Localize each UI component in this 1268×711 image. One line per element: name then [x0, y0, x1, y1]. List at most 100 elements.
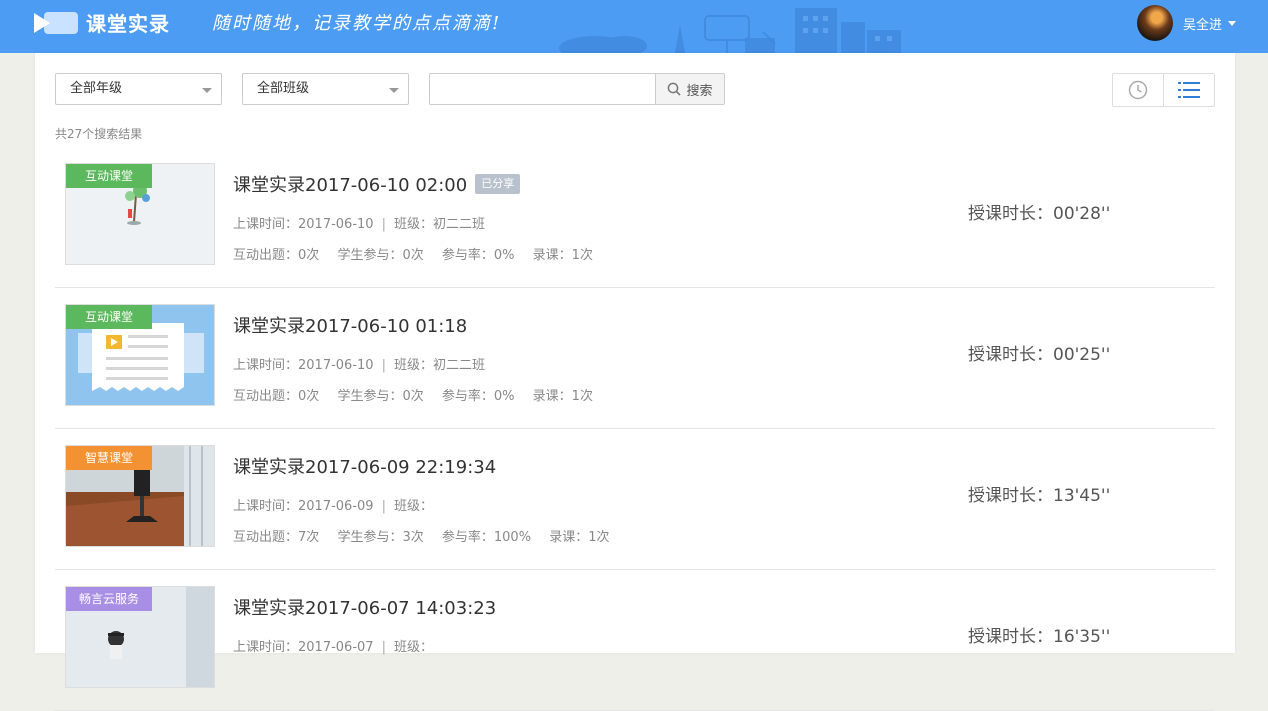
record-type-tag: 互动课堂 — [66, 164, 152, 188]
questions-label: 互动出题： — [233, 530, 299, 545]
record-type-tag: 智慧课堂 — [66, 446, 152, 470]
rate-value: 0% — [493, 389, 515, 404]
record-item[interactable]: 智慧课堂 课堂实录2017-06-09 22:19:34 上课时间：2017-0… — [55, 429, 1215, 570]
record-stats: 互动出题：0次 学生参与：0次 参与率：0% 录课：1次 — [233, 244, 607, 263]
class-label: 班级： — [393, 217, 433, 232]
duration-label: 授课时长： — [968, 627, 1053, 647]
record-item[interactable]: 互动课堂 课堂实录2017-06-10 02:00 已分享 上课时间：2017-… — [55, 147, 1215, 288]
rate-value: 0% — [493, 248, 515, 263]
class-time-value: 2017-06-07 — [298, 640, 374, 655]
search-input[interactable] — [429, 73, 657, 105]
record-title[interactable]: 课堂实录2017-06-09 22:19:34 — [233, 453, 496, 479]
shared-badge: 已分享 — [475, 174, 521, 194]
record-duration: 授课时长：16'35'' — [968, 622, 1110, 647]
record-thumbnail[interactable]: 畅言云服务 — [65, 586, 215, 688]
top-header: 课堂实录 随时随地，记录教学的点点滴滴! 吴全进 — [0, 0, 1268, 53]
user-menu[interactable]: 吴全进 — [1136, 5, 1236, 41]
chevron-down-icon — [202, 88, 212, 93]
rate-label: 参与率： — [441, 389, 494, 404]
record-item[interactable]: 畅言云服务 课堂实录2017-06-07 14:03:23 上课时间：2017-… — [55, 570, 1215, 711]
grade-select[interactable]: 全部年级 — [55, 73, 222, 105]
record-title[interactable]: 课堂实录2017-06-10 01:18 — [233, 312, 467, 338]
duration-label: 授课时长： — [968, 345, 1053, 365]
skyline-decoration-icon — [559, 8, 901, 53]
class-time-label: 上课时间： — [233, 640, 299, 655]
questions-label: 互动出题： — [233, 389, 299, 404]
record-meta: 上课时间：2017-06-10 | 班级：初二二班 — [233, 354, 485, 373]
class-time-label: 上课时间： — [233, 499, 299, 514]
record-title[interactable]: 课堂实录2017-06-10 02:00 — [233, 171, 467, 197]
class-label: 班级： — [393, 499, 433, 514]
record-stats: 互动出题：7次 学生参与：3次 参与率：100% 录课：1次 — [233, 526, 624, 545]
search-button-label: 搜索 — [686, 83, 713, 99]
record-thumbnail[interactable]: 互动课堂 — [65, 304, 215, 406]
participation-label: 学生参与： — [337, 389, 403, 404]
recording-value: 1次 — [571, 248, 593, 263]
recording-label: 录课： — [532, 389, 572, 404]
questions-label: 互动出题： — [233, 248, 299, 263]
record-duration: 授课时长：00'25'' — [968, 340, 1110, 365]
record-meta: 上课时间：2017-06-09 | 班级： — [233, 495, 433, 514]
questions-value: 7次 — [298, 530, 320, 545]
clock-icon — [1128, 80, 1148, 100]
list-view-button[interactable] — [1163, 74, 1214, 106]
chevron-down-icon — [389, 88, 399, 93]
recording-label: 录课： — [549, 530, 589, 545]
questions-value: 0次 — [298, 389, 320, 404]
recording-value: 1次 — [571, 389, 593, 404]
record-duration: 授课时长：13'45'' — [968, 481, 1110, 506]
participation-label: 学生参与： — [337, 530, 403, 545]
participation-label: 学生参与： — [337, 248, 403, 263]
record-type-tag: 互动课堂 — [66, 305, 152, 329]
result-count: 共27个搜索结果 — [55, 127, 143, 141]
recording-value: 1次 — [588, 530, 610, 545]
recording-label: 录课： — [532, 248, 572, 263]
duration-value: 00'25'' — [1053, 345, 1111, 365]
chevron-down-icon[interactable] — [1228, 20, 1236, 26]
list-icon — [1178, 82, 1200, 98]
class-select-value: 全部班级 — [257, 81, 310, 96]
avatar[interactable] — [1136, 5, 1173, 41]
search-button[interactable]: 搜索 — [655, 73, 725, 105]
class-label: 班级： — [393, 358, 433, 373]
header-slogan: 随时随地，记录教学的点点滴滴! — [212, 13, 502, 34]
class-time-value: 2017-06-10 — [298, 217, 374, 232]
rate-label: 参与率： — [441, 530, 494, 545]
class-value: 初二二班 — [432, 358, 485, 373]
search-icon — [668, 82, 682, 96]
record-type-tag: 畅言云服务 — [66, 587, 152, 611]
record-title[interactable]: 课堂实录2017-06-07 14:03:23 — [233, 594, 496, 620]
timeline-view-button[interactable] — [1113, 74, 1163, 106]
record-duration: 授课时长：00'28'' — [968, 199, 1110, 224]
participation-value: 0次 — [402, 248, 424, 263]
duration-value: 16'35'' — [1053, 627, 1111, 647]
record-thumbnail[interactable]: 互动课堂 — [65, 163, 215, 265]
separator: | — [381, 640, 386, 655]
class-label: 班级： — [393, 640, 433, 655]
questions-value: 0次 — [298, 248, 320, 263]
separator: | — [381, 358, 386, 373]
class-time-value: 2017-06-10 — [298, 358, 374, 373]
duration-label: 授课时长： — [968, 204, 1053, 224]
record-meta: 上课时间：2017-06-10 | 班级：初二二班 — [233, 213, 485, 232]
record-thumbnail[interactable]: 智慧课堂 — [65, 445, 215, 547]
brand-title: 课堂实录 — [86, 12, 170, 36]
username[interactable]: 吴全进 — [1183, 14, 1222, 33]
rate-value: 100% — [493, 530, 532, 545]
duration-value: 13'45'' — [1053, 486, 1111, 506]
class-time-label: 上课时间： — [233, 217, 299, 232]
duration-value: 00'28'' — [1053, 204, 1111, 224]
class-time-label: 上课时间： — [233, 358, 299, 373]
class-value: 初二二班 — [432, 217, 485, 232]
main-panel: 全部年级 全部班级 搜索 共27个搜索结果 互动课堂 课堂实录2017-06-1… — [35, 53, 1235, 711]
view-toggle — [1112, 73, 1215, 107]
rate-label: 参与率： — [441, 248, 494, 263]
participation-value: 0次 — [402, 389, 424, 404]
class-time-value: 2017-06-09 — [298, 499, 374, 514]
grade-select-value: 全部年级 — [70, 81, 123, 96]
record-stats: 互动出题：0次 学生参与：0次 参与率：0% 录课：1次 — [233, 385, 607, 404]
duration-label: 授课时长： — [968, 486, 1053, 506]
record-item[interactable]: 互动课堂 课堂实录2017-06-10 01:18 上课时间：2017-06-1… — [55, 288, 1215, 429]
class-select[interactable]: 全部班级 — [242, 73, 409, 105]
logo-icon — [34, 12, 78, 34]
